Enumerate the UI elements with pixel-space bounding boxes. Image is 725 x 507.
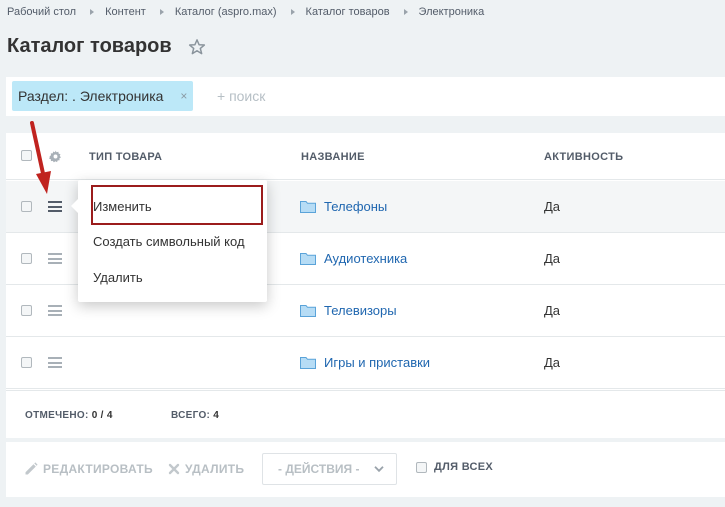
hamburger-menu-icon[interactable] (48, 201, 62, 212)
selected-label: ОТМЕЧЕНО: (25, 410, 89, 421)
selected-count: ОТМЕЧЕНО: 0 / 4 (25, 410, 113, 421)
row-checkbox[interactable] (21, 305, 32, 316)
page-title-row: Каталог товаров (7, 35, 206, 58)
grid-footer-stats: ОТМЕЧЕНО: 0 / 4 ВСЕГО: 4 (6, 390, 725, 438)
pencil-icon (25, 462, 38, 475)
cell-name-link[interactable]: Телевизоры (324, 303, 397, 318)
page-title: Каталог товаров (7, 35, 172, 57)
chevron-down-icon (374, 466, 384, 473)
breadcrumb-item-content[interactable]: Контент (105, 6, 146, 18)
row-checkbox[interactable] (21, 253, 32, 264)
actions-dropdown-value: - ДЕЙСТВИЯ - (278, 462, 360, 476)
cross-icon (168, 463, 180, 475)
highlight-box (91, 185, 263, 225)
for-all-toggle[interactable]: ДЛЯ ВСЕХ (416, 461, 493, 473)
table-row[interactable]: Игры и приставки Да (6, 337, 725, 389)
cell-name-link[interactable]: Игры и приставки (324, 355, 430, 370)
folder-icon (300, 305, 316, 317)
filter-bar: Раздел: . Электроника × + поиск (6, 77, 725, 116)
column-header-active[interactable]: АКТИВНОСТЬ (544, 151, 623, 163)
hamburger-menu-icon[interactable] (48, 357, 62, 368)
star-outline-icon[interactable] (188, 38, 206, 56)
total-count: ВСЕГО: 4 (171, 410, 219, 421)
context-menu-item-create-code[interactable]: Создать символьный код (93, 234, 245, 249)
action-bar: РЕДАКТИРОВАТЬ УДАЛИТЬ - ДЕЙСТВИЯ - ДЛЯ В… (6, 442, 725, 497)
column-header-name[interactable]: НАЗВАНИЕ (301, 151, 365, 163)
total-value: 4 (213, 410, 220, 421)
selected-value: 0 / 4 (91, 410, 113, 421)
filter-tag-label: Раздел: . Электроника (18, 88, 164, 104)
actions-dropdown[interactable]: - ДЕЙСТВИЯ - (262, 453, 397, 485)
delete-button[interactable]: УДАЛИТЬ (168, 462, 244, 476)
cell-name-link[interactable]: Телефоны (324, 199, 387, 214)
close-icon[interactable]: × (180, 90, 187, 102)
folder-icon (300, 253, 316, 265)
context-menu-item-delete[interactable]: Удалить (93, 270, 143, 285)
breadcrumb-item-desktop[interactable]: Рабочий стол (7, 6, 76, 18)
search-input[interactable]: + поиск (217, 81, 265, 111)
cell-active: Да (544, 199, 561, 214)
cell-active: Да (544, 251, 561, 266)
edit-button[interactable]: РЕДАКТИРОВАТЬ (24, 462, 153, 476)
breadcrumb: Рабочий стол Контент Каталог (aspro.max)… (7, 5, 484, 19)
cell-active: Да (544, 303, 561, 318)
delete-button-label: УДАЛИТЬ (185, 462, 245, 476)
folder-icon (300, 201, 316, 213)
folder-icon (300, 357, 316, 369)
for-all-checkbox[interactable] (416, 461, 427, 473)
hamburger-menu-icon[interactable] (48, 253, 62, 264)
row-checkbox[interactable] (21, 357, 32, 368)
edit-button-label: РЕДАКТИРОВАТЬ (43, 462, 153, 476)
cell-active: Да (544, 355, 561, 370)
breadcrumb-separator-icon (290, 9, 295, 15)
row-checkbox[interactable] (21, 201, 32, 212)
filter-tag-section[interactable]: Раздел: . Электроника × (12, 81, 194, 111)
breadcrumb-item-electronics[interactable]: Электроника (419, 6, 485, 18)
breadcrumb-item-catalog-products[interactable]: Каталог товаров (306, 6, 390, 18)
breadcrumb-separator-icon (159, 9, 164, 15)
grid-header: ТИП ТОВАРА НАЗВАНИЕ АКТИВНОСТЬ (6, 133, 725, 180)
cell-name-link[interactable]: Аудиотехника (324, 251, 407, 266)
hamburger-menu-icon[interactable] (48, 305, 62, 316)
for-all-label: ДЛЯ ВСЕХ (434, 461, 494, 473)
column-header-type[interactable]: ТИП ТОВАРА (89, 151, 162, 163)
breadcrumb-separator-icon (90, 9, 95, 15)
total-label: ВСЕГО: (171, 410, 211, 421)
annotation-arrow-icon (30, 121, 51, 194)
breadcrumb-separator-icon (403, 9, 408, 15)
breadcrumb-item-catalog-aspro[interactable]: Каталог (aspro.max) (175, 6, 277, 18)
